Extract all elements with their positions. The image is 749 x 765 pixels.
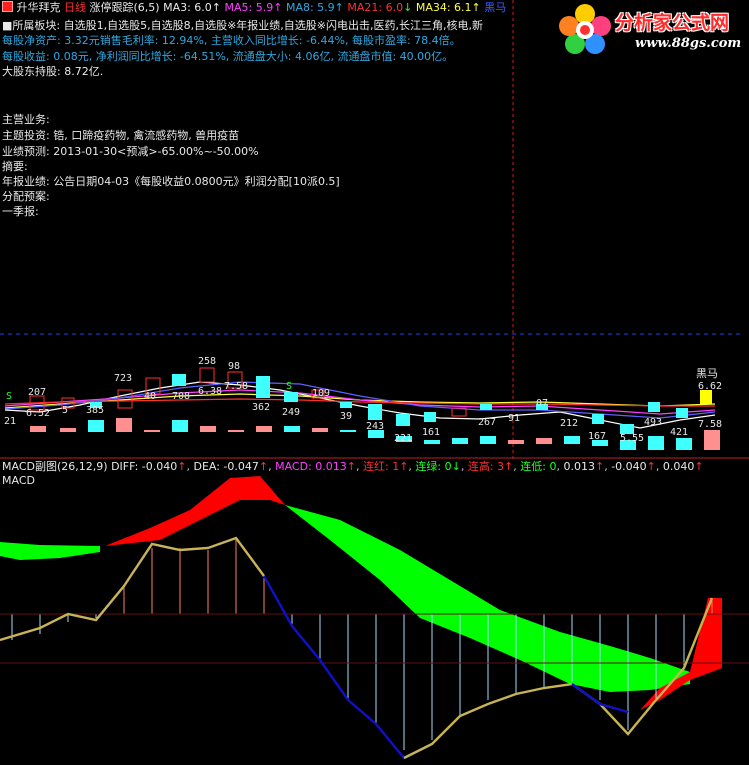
macd-liangao-arrow: ↑ — [504, 460, 514, 473]
price-label-758b: 7.58 — [224, 381, 249, 392]
candle — [172, 374, 186, 386]
macd-diff-arrow: ↑ — [177, 460, 187, 473]
price-label-708: 708 — [172, 391, 191, 402]
macd-red-area — [105, 476, 285, 546]
price-label-638: 6.38 — [198, 386, 223, 397]
volume-bar — [60, 428, 76, 432]
macd-histogram — [11, 538, 713, 750]
macd-v3: 0.040 — [662, 460, 695, 473]
macd-sub-label: MACD — [2, 474, 35, 487]
price-label-249: 249 — [282, 407, 301, 418]
macd-lianhong: 连红: 1 — [363, 460, 400, 473]
volume-bar — [256, 426, 272, 432]
macd-dea-arrow: ↑ — [258, 460, 269, 473]
candle — [199, 367, 215, 383]
macd-liangao: 连高: 3 — [467, 460, 505, 473]
volume-bar — [452, 438, 468, 444]
macd-v2: -0.040 — [611, 460, 647, 473]
price-label-5: 5 — [62, 405, 69, 416]
macd-value: MACD: 0.013 — [275, 460, 347, 473]
macd-v1-arrow: ↑ — [594, 460, 605, 473]
volume-bar — [536, 438, 552, 444]
volume-bar — [480, 436, 496, 444]
macd-value-arrow: ↑ — [346, 460, 356, 473]
price-label-421: 421 — [670, 427, 689, 438]
price-label-40: 40 — [144, 391, 157, 402]
macd-lianlv: 连绿: 0 — [415, 460, 452, 473]
volume-bar — [704, 430, 720, 450]
price-label-243: 243 — [366, 421, 385, 432]
price-label-07: 07 — [536, 398, 549, 409]
candle — [592, 414, 604, 424]
volume-bar — [200, 426, 216, 432]
volume-bar — [312, 428, 328, 432]
macd-header: MACD副图(26,12,9) DIFF: -0.040↑, DEA: -0.0… — [2, 460, 704, 473]
volume-bar — [424, 440, 440, 444]
volume-bar — [284, 426, 300, 432]
price-label-758: 7.58 — [698, 419, 723, 430]
price-label-493: 493 — [644, 417, 663, 428]
price-label-362: 362 — [252, 402, 271, 413]
price-label-39: 39 — [340, 411, 353, 422]
volume-bar — [88, 420, 104, 432]
price-label-91: 91 — [508, 413, 521, 424]
candle — [340, 402, 352, 408]
macd-v3-arrow: ↑ — [694, 460, 704, 473]
candle — [256, 376, 270, 398]
price-label-385: 385 — [86, 405, 105, 416]
macd-diff: DIFF: -0.040 — [111, 460, 178, 473]
price-label-221: 221 — [394, 433, 413, 444]
macd-green-area — [0, 542, 100, 560]
price-label-167: 167 — [588, 431, 607, 442]
price-label-21: 21 — [4, 416, 17, 427]
price-label-98: 98 — [228, 361, 241, 372]
volume-bar — [30, 426, 46, 432]
heima-signal: 黑马 — [696, 367, 718, 380]
macd-lianhong-arrow: ↑ — [399, 460, 409, 473]
volume-bar — [648, 436, 664, 450]
candle — [284, 392, 298, 402]
macd-lianlv-arrow: ↓ — [451, 460, 461, 473]
price-label-662: 6.62 — [698, 381, 723, 392]
price-label-109: 109 — [312, 388, 331, 399]
volume-bar — [508, 440, 524, 444]
macd-red-area-2 — [640, 598, 722, 710]
price-label-161: 161 — [422, 427, 441, 438]
macd-v1: 0.013 — [563, 460, 595, 473]
candle — [368, 404, 382, 420]
price-label-723: 723 — [114, 373, 133, 384]
candle — [676, 408, 688, 418]
volume-bar — [340, 430, 356, 432]
volume-bar — [116, 418, 132, 432]
candle — [648, 402, 660, 412]
price-label-555: 5.55 — [620, 433, 645, 444]
price-label-207: 207 — [28, 387, 47, 398]
price-label-212: 212 — [560, 418, 579, 429]
volume-bar — [676, 438, 692, 450]
macd-params: (26,12,9) — [56, 460, 108, 473]
candle — [424, 412, 436, 422]
macd-liandi: 连低: 0 — [520, 460, 557, 473]
volume-bar — [172, 420, 188, 432]
signal-s-2: S — [286, 381, 293, 392]
volume-bar — [228, 430, 244, 432]
candle — [396, 414, 410, 426]
macd-dea: DEA: -0.047 — [193, 460, 259, 473]
signal-s-1: S — [6, 391, 13, 402]
price-label-652: 6.52 — [26, 408, 51, 419]
volume-bar — [144, 430, 160, 432]
volume-bar — [564, 436, 580, 444]
candle — [480, 404, 492, 410]
price-label-258: 258 — [198, 356, 217, 367]
price-label-267: 267 — [478, 417, 497, 428]
macd-v2-arrow: ↑ — [646, 460, 656, 473]
chart-canvas — [0, 0, 749, 760]
macd-title[interactable]: MACD副图 — [2, 460, 57, 473]
